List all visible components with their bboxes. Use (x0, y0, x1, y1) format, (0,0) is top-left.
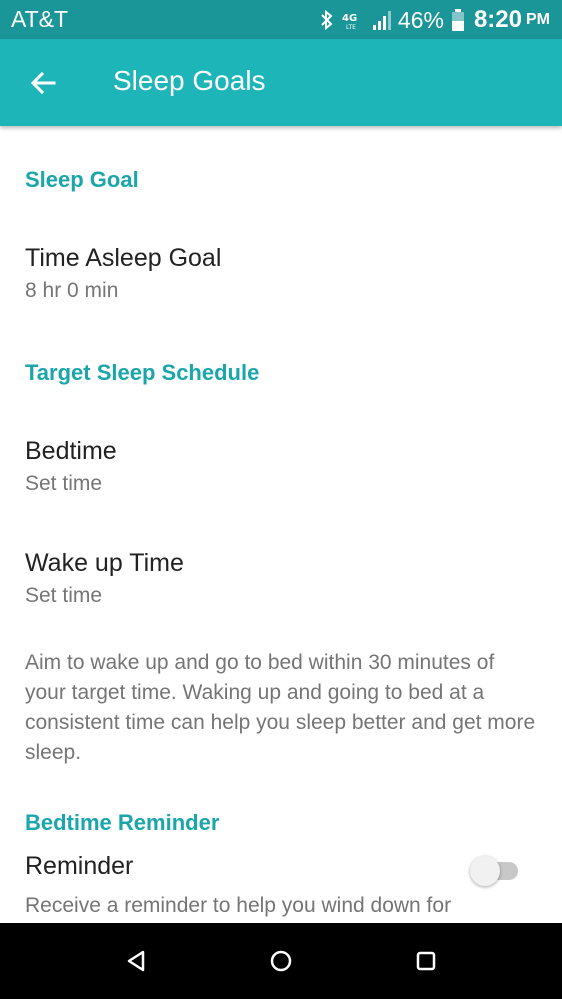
bluetooth-icon (320, 9, 334, 31)
system-nav-bar (0, 923, 562, 999)
time-asleep-goal-value: 8 hr 0 min (25, 279, 119, 302)
page-title: Sleep Goals (113, 65, 266, 96)
svg-text:LTE: LTE (346, 24, 356, 31)
section-header-sleep-goal: Sleep Goal (25, 167, 139, 192)
reminder-item[interactable]: Reminder Receive a reminder to help you … (0, 842, 562, 923)
toggle-thumb (470, 856, 500, 886)
section-header-target-sleep-schedule: Target Sleep Schedule (25, 360, 260, 385)
nav-home-button[interactable] (263, 943, 299, 979)
svg-text:4G: 4G (342, 13, 357, 24)
arrow-left-icon (30, 72, 56, 94)
status-bar: AT&T 4G LTE 46% 8:20 PM (0, 0, 562, 39)
reminder-description: Receive a reminder to help you wind down… (25, 894, 452, 917)
bedtime-title: Bedtime (25, 437, 117, 465)
nav-back-button[interactable] (118, 943, 154, 979)
recents-square-icon (416, 951, 436, 971)
battery-icon (451, 9, 464, 31)
back-button[interactable] (24, 64, 62, 102)
nav-recents-button[interactable] (408, 943, 444, 979)
status-icons: 4G LTE 46% 8:20 PM (312, 5, 550, 35)
home-circle-icon (270, 950, 292, 972)
wake-up-time-title: Wake up Time (25, 549, 184, 577)
bedtime-item[interactable]: Bedtime Set time (0, 417, 562, 513)
signal-icon (372, 9, 394, 31)
settings-list: Sleep Goal Time Asleep Goal 8 hr 0 min T… (0, 126, 562, 923)
clock-time: 8:20 (473, 6, 522, 33)
section-header-bedtime-reminder: Bedtime Reminder (25, 810, 220, 835)
lte-icon: 4G LTE (342, 9, 364, 31)
clock-ampm: PM (526, 11, 550, 28)
schedule-description: Aim to wake up and go to bed within 30 m… (25, 651, 536, 764)
carrier-label: AT&T (11, 6, 69, 32)
reminder-toggle[interactable] (470, 856, 520, 886)
app-bar: Sleep Goals (0, 39, 562, 126)
bedtime-value: Set time (25, 472, 103, 495)
back-triangle-icon (127, 950, 145, 972)
reminder-title: Reminder (25, 852, 134, 880)
battery-percent: 46% (397, 6, 444, 33)
time-asleep-goal-title: Time Asleep Goal (25, 244, 222, 272)
time-asleep-goal-item[interactable]: Time Asleep Goal 8 hr 0 min (0, 224, 562, 320)
wake-up-time-item[interactable]: Wake up Time Set time (0, 529, 562, 625)
wake-up-time-value: Set time (25, 584, 103, 607)
